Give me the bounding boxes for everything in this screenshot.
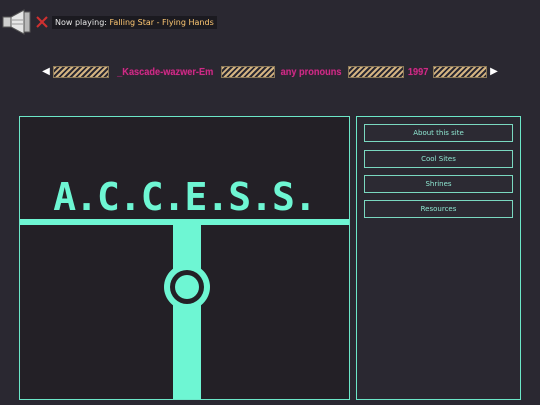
nav-about-button[interactable]: About this site <box>364 124 513 142</box>
pronouns-text: any pronouns <box>280 66 342 78</box>
header-ribbon: ◀ _Kascade-wazwer-Em any pronouns 1997 ▶ <box>42 64 498 80</box>
site-owner-name: _Kascade-wazwer-Em <box>116 66 214 78</box>
speaker-icon[interactable] <box>2 8 34 36</box>
access-logo-text: A.C.C.E.S.S. <box>53 175 317 219</box>
stripe-decoration <box>347 66 404 78</box>
access-logo-graphic <box>20 219 349 399</box>
year-text: 1997 <box>407 66 429 78</box>
sidebar-nav: About this site Cool Sites Shrines Resou… <box>356 116 521 400</box>
stripe-decoration <box>53 66 110 78</box>
stripe-decoration <box>220 66 275 78</box>
main-panel: A.C.C.E.S.S. <box>19 116 350 400</box>
nav-resources-button[interactable]: Resources <box>364 200 513 218</box>
nav-shrines-button[interactable]: Shrines <box>364 175 513 193</box>
stripe-decoration <box>432 66 487 78</box>
now-playing-bar: Now playing: Falling Star - Flying Hands <box>52 16 217 29</box>
nav-cool-sites-button[interactable]: Cool Sites <box>364 150 513 168</box>
mute-x-icon[interactable] <box>36 16 48 28</box>
track-title: Falling Star - Flying Hands <box>109 18 214 27</box>
right-arrow-icon[interactable]: ▶ <box>490 64 498 80</box>
now-playing-label: Now playing: <box>55 18 110 27</box>
left-arrow-icon[interactable]: ◀ <box>42 64 50 80</box>
